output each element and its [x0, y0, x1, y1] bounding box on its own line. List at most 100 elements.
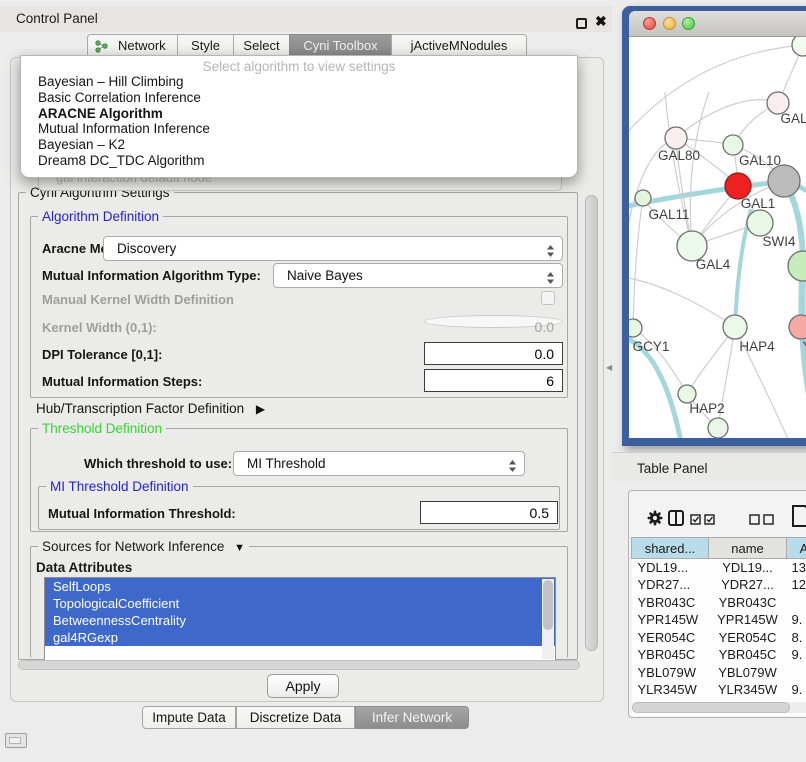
table-cell[interactable]: YDL19... [632, 559, 709, 577]
table-cell[interactable]: YBL079W [709, 664, 787, 682]
table-cell[interactable]: YPR145W [632, 611, 709, 629]
zoom-traffic-light-icon[interactable] [682, 17, 695, 30]
apply-button[interactable]: Apply [267, 674, 339, 698]
network-canvas[interactable]: GALGAL80GAL10GAL1GAL11GAL4SWI4GCY1HAP4YH… [629, 37, 806, 438]
table-row[interactable]: YPR145WYPR145W9. [632, 611, 806, 629]
network-node-y[interactable] [789, 315, 806, 339]
table-row[interactable]: YDL19...YDL19...13 [632, 559, 806, 577]
table-row[interactable]: YBL079WYBL079W [632, 664, 806, 682]
table-cell[interactable]: 8. [787, 629, 806, 647]
algorithm-option[interactable]: Basic Correlation Inference [21, 90, 577, 106]
network-node[interactable] [768, 165, 800, 197]
attr-scroll-thumb[interactable] [543, 580, 553, 630]
minimized-panel-icon[interactable] [5, 733, 27, 748]
tab-impute-data[interactable]: Impute Data [142, 706, 236, 729]
table-hscroll-thumb[interactable] [632, 702, 790, 713]
table-row[interactable]: YER054CYER054C8. [632, 629, 806, 647]
network-node-hap4[interactable] [723, 315, 747, 339]
attribute-list-item[interactable]: BetweennessCentrality [45, 612, 555, 629]
gear-icon[interactable] [647, 510, 663, 529]
table-cell[interactable]: YBR045C [709, 646, 787, 664]
network-node[interactable] [708, 418, 728, 438]
network-node[interactable] [792, 37, 806, 56]
algorithm-option[interactable]: Bayesian – K2 [21, 137, 577, 153]
table-cell[interactable]: YLR345W [709, 681, 787, 699]
table-cell[interactable]: 9. [787, 611, 806, 629]
column-header-name[interactable]: name [709, 538, 787, 559]
attribute-list-item[interactable]: SelfLoops [45, 578, 555, 595]
network-node-gal80[interactable] [665, 127, 687, 149]
hub-definition-label: Hub/Transcription Factor Definition [36, 401, 244, 416]
which-threshold-select[interactable]: MI Threshold [233, 451, 525, 476]
close-traffic-light-icon[interactable] [643, 17, 656, 30]
mi-steps-field[interactable]: 6 [424, 369, 563, 392]
aracne-mode-select[interactable]: Discovery [103, 236, 563, 261]
table-cell[interactable]: YDR27... [632, 576, 709, 594]
table-row[interactable]: YBR043CYBR043C [632, 594, 806, 612]
attr-list-scrollbar[interactable] [542, 579, 554, 659]
network-node-gcy1[interactable] [629, 319, 642, 337]
attribute-list-item[interactable]: TopologicalCoefficient [45, 595, 555, 612]
table-row[interactable]: YBR045CYBR045C9. [632, 646, 806, 664]
mi-threshold-field[interactable]: 0.5 [420, 501, 558, 524]
table-cell[interactable]: YBR043C [632, 594, 709, 612]
network-node-swi4[interactable] [788, 251, 806, 281]
columns-icon[interactable] [668, 510, 684, 529]
table-cell[interactable]: 9. [787, 646, 806, 664]
unchecked-boxes-icon[interactable] [749, 513, 775, 528]
network-window-titlebar[interactable] [629, 11, 806, 37]
algorithm-option[interactable]: ARACNE Algorithm [21, 106, 577, 122]
algorithm-option[interactable]: Bayesian – Hill Climbing [21, 74, 577, 90]
minimize-traffic-light-icon[interactable] [663, 17, 676, 30]
table-row[interactable]: YDR27...YDR27...12 [632, 576, 806, 594]
table-cell[interactable]: YDL19... [709, 559, 787, 577]
algorithm-option[interactable]: Mutual Information Inference [21, 121, 577, 137]
column-header-shared-name[interactable]: shared... [632, 538, 709, 559]
table-cell[interactable]: YBR043C [709, 594, 787, 612]
settings-horizontal-scrollbar[interactable] [18, 660, 580, 670]
table-row[interactable]: YLR345WYLR345W9. [632, 681, 806, 699]
table-header-row[interactable]: shared... name A [632, 538, 806, 559]
table-cell[interactable]: 13 [787, 559, 806, 577]
table-cell[interactable]: YBL079W [632, 664, 709, 682]
dpi-tolerance-field[interactable]: 0.0 [424, 342, 563, 365]
table-cell[interactable] [787, 594, 806, 612]
tab-infer-network[interactable]: Infer Network [355, 706, 469, 729]
table-cell[interactable]: YER054C [632, 629, 709, 647]
close-icon[interactable]: ✖ [595, 13, 607, 30]
network-node-gal1[interactable] [747, 210, 773, 236]
hub-definition-expander[interactable]: Hub/Transcription Factor Definition ▶ [36, 401, 265, 416]
network-node-gal11[interactable] [635, 190, 651, 206]
table-cell[interactable]: 12 [787, 576, 806, 594]
attribute-list-item[interactable]: gal4RGexp [45, 629, 555, 646]
table-cell[interactable]: YPR145W [709, 611, 787, 629]
table-cell[interactable]: YBR045C [632, 646, 709, 664]
checked-boxes-icon[interactable] [690, 513, 716, 528]
node-label: GAL4 [696, 257, 731, 272]
settings-hscroll-thumb[interactable] [18, 660, 580, 670]
table-cell[interactable]: YDR27... [709, 576, 787, 594]
node-attribute-table[interactable]: shared... name A YDL19...YDL19...13YDR27… [631, 537, 806, 716]
tab-discretize-data[interactable]: Discretize Data [236, 706, 355, 729]
data-attributes-list[interactable]: SelfLoopsTopologicalCoefficientBetweenne… [44, 577, 556, 661]
mi-algorithm-type-select[interactable]: Naive Bayes [273, 263, 563, 288]
function-doc-icon[interactable] [792, 505, 806, 530]
table-horizontal-scrollbar[interactable] [632, 702, 806, 713]
splitter-collapse-icon[interactable]: ◀ [606, 363, 612, 372]
float-panel-icon[interactable] [576, 18, 587, 29]
application-window: Control Panel ✖ Network Style Select Cyn… [0, 0, 806, 762]
column-header-clipped[interactable]: A [787, 538, 806, 559]
network-view-window[interactable]: GALGAL80GAL10GAL1GAL11GAL4SWI4GCY1HAP4YH… [622, 6, 806, 446]
table-cell[interactable]: YER054C [709, 629, 787, 647]
settings-vscroll-thumb[interactable] [585, 195, 598, 651]
collapse-down-icon[interactable]: ▼ [234, 542, 245, 554]
network-node-gal10[interactable] [723, 135, 743, 155]
table-cell[interactable]: 9. [787, 681, 806, 699]
settings-vertical-scrollbar[interactable] [584, 192, 599, 660]
kernel-width-field[interactable]: 0.0 [424, 315, 563, 328]
node-label: GAL [780, 111, 806, 126]
manual-kernel-width-checkbox[interactable] [541, 291, 555, 305]
algorithm-option[interactable]: Dream8 DC_TDC Algorithm [21, 153, 577, 169]
table-cell[interactable] [787, 664, 806, 682]
table-cell[interactable]: YLR345W [632, 681, 709, 699]
